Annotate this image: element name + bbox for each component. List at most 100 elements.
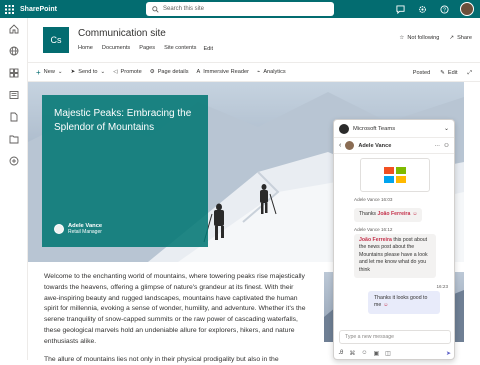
message-text: Thanks [359, 211, 378, 217]
home-icon[interactable] [0, 18, 28, 40]
more-icon[interactable]: ··· [434, 143, 440, 149]
new-button[interactable]: + New ⌄ [36, 68, 63, 77]
share-label: Share [457, 35, 472, 41]
site-nav: Home Documents Pages Site contents Edit [78, 45, 213, 52]
teams-chat-panel: Microsoft Teams ⌄ ‹ Adele Vance ··· ⚇ Ad… [333, 119, 455, 360]
my-message-meta: 16:23 [436, 283, 449, 289]
teams-header: Microsoft Teams ⌄ [334, 120, 454, 138]
files-icon[interactable] [0, 128, 28, 150]
avatar[interactable] [460, 2, 474, 16]
article-body: Welcome to the enchanting world of mount… [44, 272, 306, 365]
expand-icon[interactable]: ⤢ [468, 70, 472, 77]
gif-icon[interactable]: ▣ [373, 350, 379, 357]
promote-button[interactable]: ◁ Promote [113, 69, 141, 75]
my-message: Thanks it looks good to me ☺ [368, 290, 440, 314]
promote-label: Promote [120, 69, 142, 75]
author-role: Retail Manager [68, 229, 102, 235]
send-to-button[interactable]: ➤ Send to ⌄ [71, 69, 106, 75]
new-label: New [43, 69, 55, 75]
search-placeholder: Search this site [163, 6, 205, 12]
help-icon[interactable]: ? [438, 3, 450, 15]
message-meta: Adele Vance 16:12 [354, 226, 393, 232]
people-icon[interactable]: ⚇ [444, 143, 449, 149]
follow-label: Not following [407, 35, 440, 41]
svg-text:?: ? [443, 7, 446, 13]
chat-contact-name[interactable]: Adele Vance [358, 143, 430, 149]
megaphone-icon: ◁ [113, 69, 118, 75]
globe-icon[interactable] [0, 40, 28, 62]
follow-button[interactable]: ☆ Not following [399, 35, 439, 41]
share-button[interactable]: ↗ Share [449, 35, 472, 41]
compose-input[interactable]: Type a new message [339, 330, 451, 344]
app-name[interactable]: SharePoint [20, 6, 57, 13]
app-launcher-icon[interactable] [0, 0, 18, 18]
compose-toolbar: Ꭿ ⌘ ☺ ▣ ◫ ➤ [339, 348, 451, 358]
gear-icon: ⚙ [149, 69, 155, 75]
reaction-icon[interactable]: ☺ [383, 302, 388, 310]
emoji-icon[interactable]: ☺ [361, 350, 367, 356]
reaction-icon[interactable]: ☺ [412, 211, 417, 219]
shared-link-card[interactable] [360, 158, 430, 192]
analytics-button[interactable]: ⌁ Analytics [257, 69, 286, 75]
nav-pages[interactable]: Pages [139, 45, 155, 52]
news-icon[interactable] [0, 84, 28, 106]
teams-logo-icon [339, 123, 349, 134]
chart-icon: ⌁ [256, 69, 261, 75]
nav-home[interactable]: Home [78, 45, 93, 52]
suite-bar: SharePoint Search this site ? [0, 0, 480, 18]
chat-message: João Ferreira this post about the news p… [354, 233, 436, 278]
chevron-down-icon: ⌄ [57, 69, 63, 75]
left-rail [0, 18, 28, 360]
chat-message: Thanks João Ferreira ☺ [354, 208, 423, 222]
page-details-button[interactable]: ⚙ Page details [150, 69, 189, 75]
author-byline[interactable]: Adele Vance Retail Manager [54, 223, 102, 235]
sticker-icon[interactable]: ◫ [385, 350, 391, 357]
sites-icon[interactable] [0, 62, 28, 84]
chat-header: ‹ Adele Vance ··· ⚇ [334, 138, 454, 154]
gear-icon[interactable] [416, 3, 428, 15]
chevron-down-icon: ⌄ [100, 69, 106, 75]
document-icon[interactable] [0, 106, 28, 128]
immersive-reader-button[interactable]: A Immersive Reader [197, 69, 249, 75]
message-list: Adele Vance 16:03 Thanks João Ferreira ☺ … [334, 154, 454, 326]
site-header: Cs Communication site Home Documents Pag… [28, 18, 480, 62]
message-text: Thanks it looks good to me [374, 294, 428, 309]
hero-title: Majestic Peaks: Embracing the Splendor o… [54, 108, 192, 133]
send-icon[interactable]: ➤ [446, 350, 451, 357]
collapse-icon[interactable]: ⌄ [444, 125, 449, 132]
teams-title: Microsoft Teams [353, 125, 396, 132]
edit-label: Edit [447, 70, 458, 76]
microsoft-logo-icon [384, 167, 406, 183]
page-details-label: Page details [157, 69, 189, 75]
article-paragraph: Welcome to the enchanting world of mount… [44, 273, 306, 345]
nav-documents[interactable]: Documents [102, 45, 130, 52]
format-icon[interactable]: Ꭿ [339, 350, 343, 357]
plus-icon: + [36, 67, 41, 77]
site-title: Communication site [78, 28, 166, 39]
mention[interactable]: João Ferreira [359, 237, 392, 243]
send-to-label: Send to [78, 69, 98, 75]
posted-status: Posted [412, 70, 431, 76]
add-icon[interactable] [0, 150, 28, 172]
pencil-icon: ✎ [440, 70, 445, 76]
author-avatar [54, 224, 64, 234]
command-bar: + New ⌄ ➤ Send to ⌄ ◁ Promote ⚙ Page details A… [28, 62, 480, 82]
immersive-reader-label: Immersive Reader [203, 69, 249, 75]
nav-site-contents[interactable]: Site contents [164, 45, 196, 52]
mention[interactable]: João Ferreira [377, 211, 410, 217]
edit-button[interactable]: ✎ Edit [440, 70, 457, 76]
hero-title-panel: Majestic Peaks: Embracing the Splendor o… [42, 95, 208, 247]
chat-avatar [345, 141, 355, 150]
search-icon [152, 5, 159, 13]
attach-icon[interactable]: ⌘ [349, 350, 355, 357]
message-meta: Adele Vance 16:03 [354, 197, 393, 202]
share-icon: ↗ [449, 35, 455, 41]
search-input[interactable]: Search this site [146, 2, 334, 16]
back-icon[interactable]: ‹ [339, 142, 341, 149]
site-logo[interactable]: Cs [43, 27, 69, 53]
send-icon: ➤ [70, 69, 76, 75]
nav-edit[interactable]: Edit [203, 45, 213, 52]
analytics-label: Analytics [263, 69, 286, 75]
star-icon: ☆ [399, 35, 405, 41]
chat-icon[interactable] [394, 3, 406, 15]
